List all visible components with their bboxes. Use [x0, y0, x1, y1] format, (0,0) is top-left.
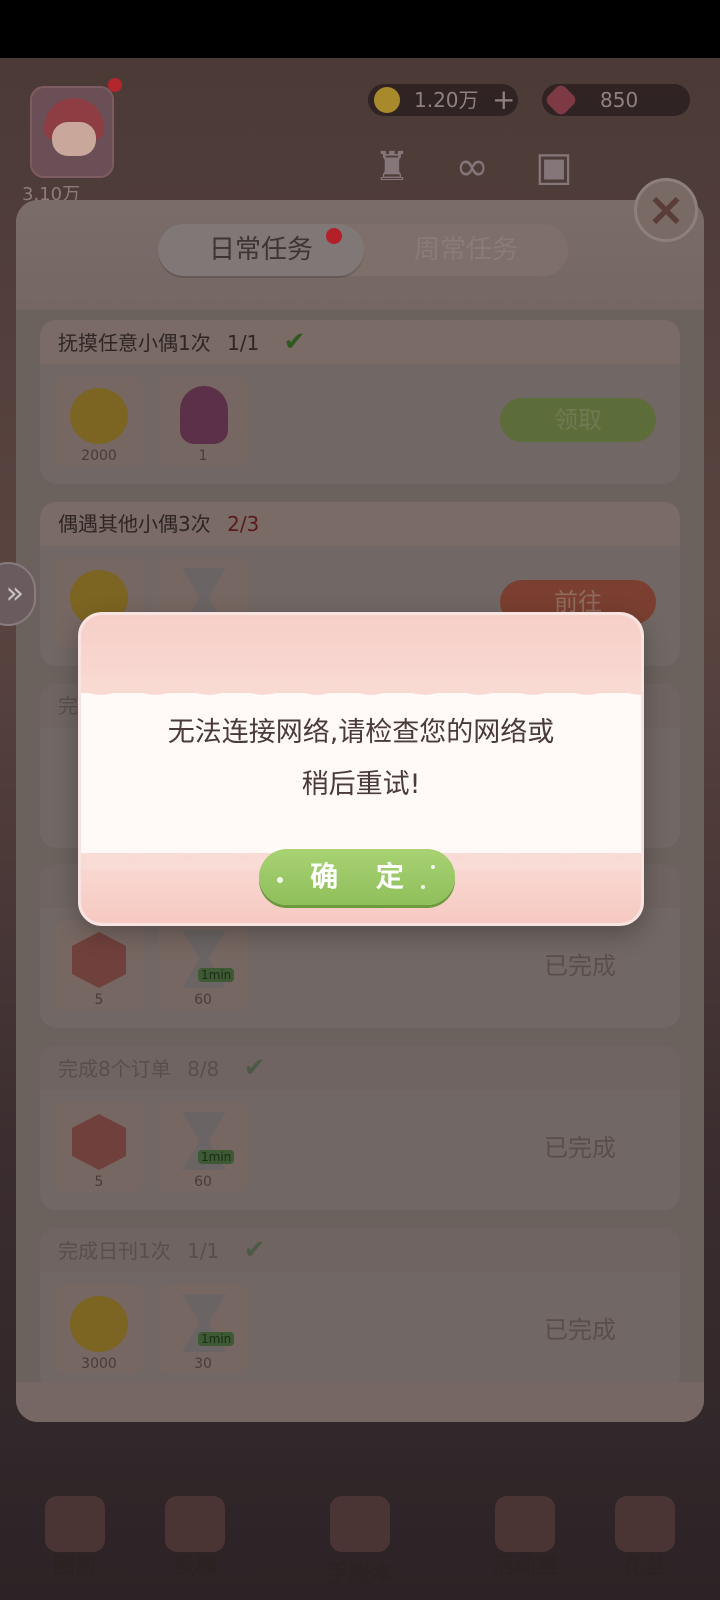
bag-icon — [180, 386, 228, 444]
nav-submit[interactable]: 投稿 — [140, 1496, 250, 1586]
reward-quantity: 30 — [194, 1356, 212, 1372]
gem-amount: 850 — [600, 88, 639, 112]
reward-item[interactable]: 1min 60 — [158, 920, 248, 1010]
confirm-button[interactable]: 确 定 — [259, 849, 455, 905]
check-icon: ✔ — [283, 327, 306, 357]
flower-icon — [615, 1496, 675, 1552]
task-status: 已完成 — [544, 1316, 616, 1344]
close-panel-button[interactable]: × — [634, 178, 698, 242]
task-card: 完成8个订单 8/8 ✔ 5 1min 60 已完成 — [40, 1046, 680, 1210]
reward-quantity: 2000 — [81, 448, 117, 464]
dialog-message-line1: 无法连接网络,请检查您的网络或 — [167, 717, 555, 748]
time-badge: 1min — [198, 1150, 235, 1164]
task-progress: 2/3 — [227, 512, 260, 536]
task-title-row: 抚摸任意小偶1次 1/1 ✔ — [40, 320, 680, 364]
task-title: 抚摸任意小偶1次 — [58, 331, 211, 355]
reward-quantity: 3000 — [81, 1356, 117, 1372]
task-title-row: 偶遇其他小偶3次 2/3 — [40, 502, 680, 546]
nav-label: 活动室 — [491, 1554, 558, 1579]
reward-quantity: 5 — [94, 992, 104, 1008]
task-card: 完成日刊1次 1/1 ✔ 3000 1min 30 已完成 — [40, 1228, 680, 1392]
task-title-row: 完成8个订单 8/8 ✔ — [40, 1046, 680, 1090]
task-status: 已完成 — [544, 952, 616, 980]
gem-counter[interactable]: 850 — [542, 83, 690, 117]
task-title: 偶遇其他小偶3次 — [58, 512, 211, 536]
network-error-dialog: 无法连接网络,请检查您的网络或 稍后重试! 确 定 — [78, 612, 644, 926]
coin-amount: 1.20万 — [414, 88, 479, 112]
reward-item[interactable]: 1min 30 — [158, 1284, 248, 1374]
panel-bottom-edge — [16, 1382, 704, 1422]
reward-item[interactable]: 1 — [158, 376, 248, 466]
task-tab-bar: 日常任务 周常任务 — [158, 224, 568, 276]
sparkle-icon — [277, 877, 283, 883]
nav-label: 投稿 — [172, 1554, 217, 1579]
nav-journal[interactable]: 手账本 — [305, 1496, 415, 1587]
add-coins-button[interactable]: + — [492, 84, 515, 116]
reward-item[interactable]: 3000 — [54, 1284, 144, 1374]
coin-icon — [70, 1296, 128, 1352]
claim-button[interactable]: 领取 — [500, 398, 656, 442]
hexagon-gem-icon — [72, 932, 126, 988]
status-bar — [0, 0, 720, 58]
check-icon: ✔ — [243, 1053, 266, 1083]
nav-label: 图册 — [52, 1554, 97, 1579]
reward-quantity: 1 — [198, 448, 208, 464]
reward-item[interactable]: 5 — [54, 920, 144, 1010]
sparkle-icon — [431, 865, 435, 869]
coin-icon — [70, 388, 128, 444]
player-avatar[interactable] — [30, 86, 114, 178]
nav-album[interactable]: 图册 — [20, 1496, 130, 1586]
task-status: 已完成 — [544, 1134, 616, 1162]
nav-activity-room[interactable]: 活动室 — [470, 1496, 580, 1586]
sparkle-icon — [421, 885, 425, 889]
tab-notification-dot — [326, 228, 342, 244]
bottom-nav: 图册 投稿 手账本 活动室 花盆 — [0, 1436, 720, 1600]
bear-icon — [495, 1496, 555, 1552]
nav-flowerpot[interactable]: 花盆 — [590, 1496, 700, 1586]
avatar-face — [52, 122, 96, 156]
coin-icon — [374, 87, 400, 113]
stats-icon[interactable]: ∞ — [444, 142, 500, 192]
video-icon[interactable]: ▣ — [526, 142, 582, 192]
time-badge: 1min — [198, 1332, 235, 1346]
gem-icon — [544, 83, 578, 117]
task-card: 抚摸任意小偶1次 1/1 ✔ 2000 1 领取 — [40, 320, 680, 484]
task-title: 完 — [58, 694, 78, 718]
notification-dot — [108, 78, 122, 92]
reward-quantity: 60 — [194, 1174, 212, 1190]
album-icon — [45, 1496, 105, 1552]
dialog-message: 无法连接网络,请检查您的网络或 稍后重试! — [121, 707, 601, 811]
reward-item[interactable]: 2000 — [54, 376, 144, 466]
tab-weekly-tasks[interactable]: 周常任务 — [364, 224, 568, 276]
hexagon-gem-icon — [72, 1114, 126, 1170]
nav-label: 手账本 — [326, 1562, 393, 1587]
task-progress: 1/1 — [187, 1239, 220, 1263]
reward-quantity: 60 — [194, 992, 212, 1008]
task-title-row: 完成日刊1次 1/1 ✔ — [40, 1228, 680, 1272]
film-icon — [165, 1496, 225, 1552]
task-progress: 1/1 — [227, 331, 260, 355]
nav-label: 花盆 — [622, 1554, 667, 1579]
reward-item[interactable]: 5 — [54, 1102, 144, 1192]
time-badge: 1min — [198, 968, 235, 982]
cake-icon[interactable]: ♜ — [364, 142, 420, 192]
task-title: 完成日刊1次 — [58, 1239, 171, 1263]
task-title: 完成8个订单 — [58, 1057, 171, 1081]
coin-counter[interactable]: 1.20万 + — [368, 84, 518, 116]
reward-item[interactable]: 1min 60 — [158, 1102, 248, 1192]
dialog-top-decoration — [81, 615, 641, 711]
reward-quantity: 5 — [94, 1174, 104, 1190]
task-progress: 8/8 — [187, 1057, 220, 1081]
journal-icon — [330, 1496, 390, 1552]
check-icon: ✔ — [243, 1235, 266, 1265]
dialog-message-line2: 稍后重试! — [301, 769, 421, 800]
